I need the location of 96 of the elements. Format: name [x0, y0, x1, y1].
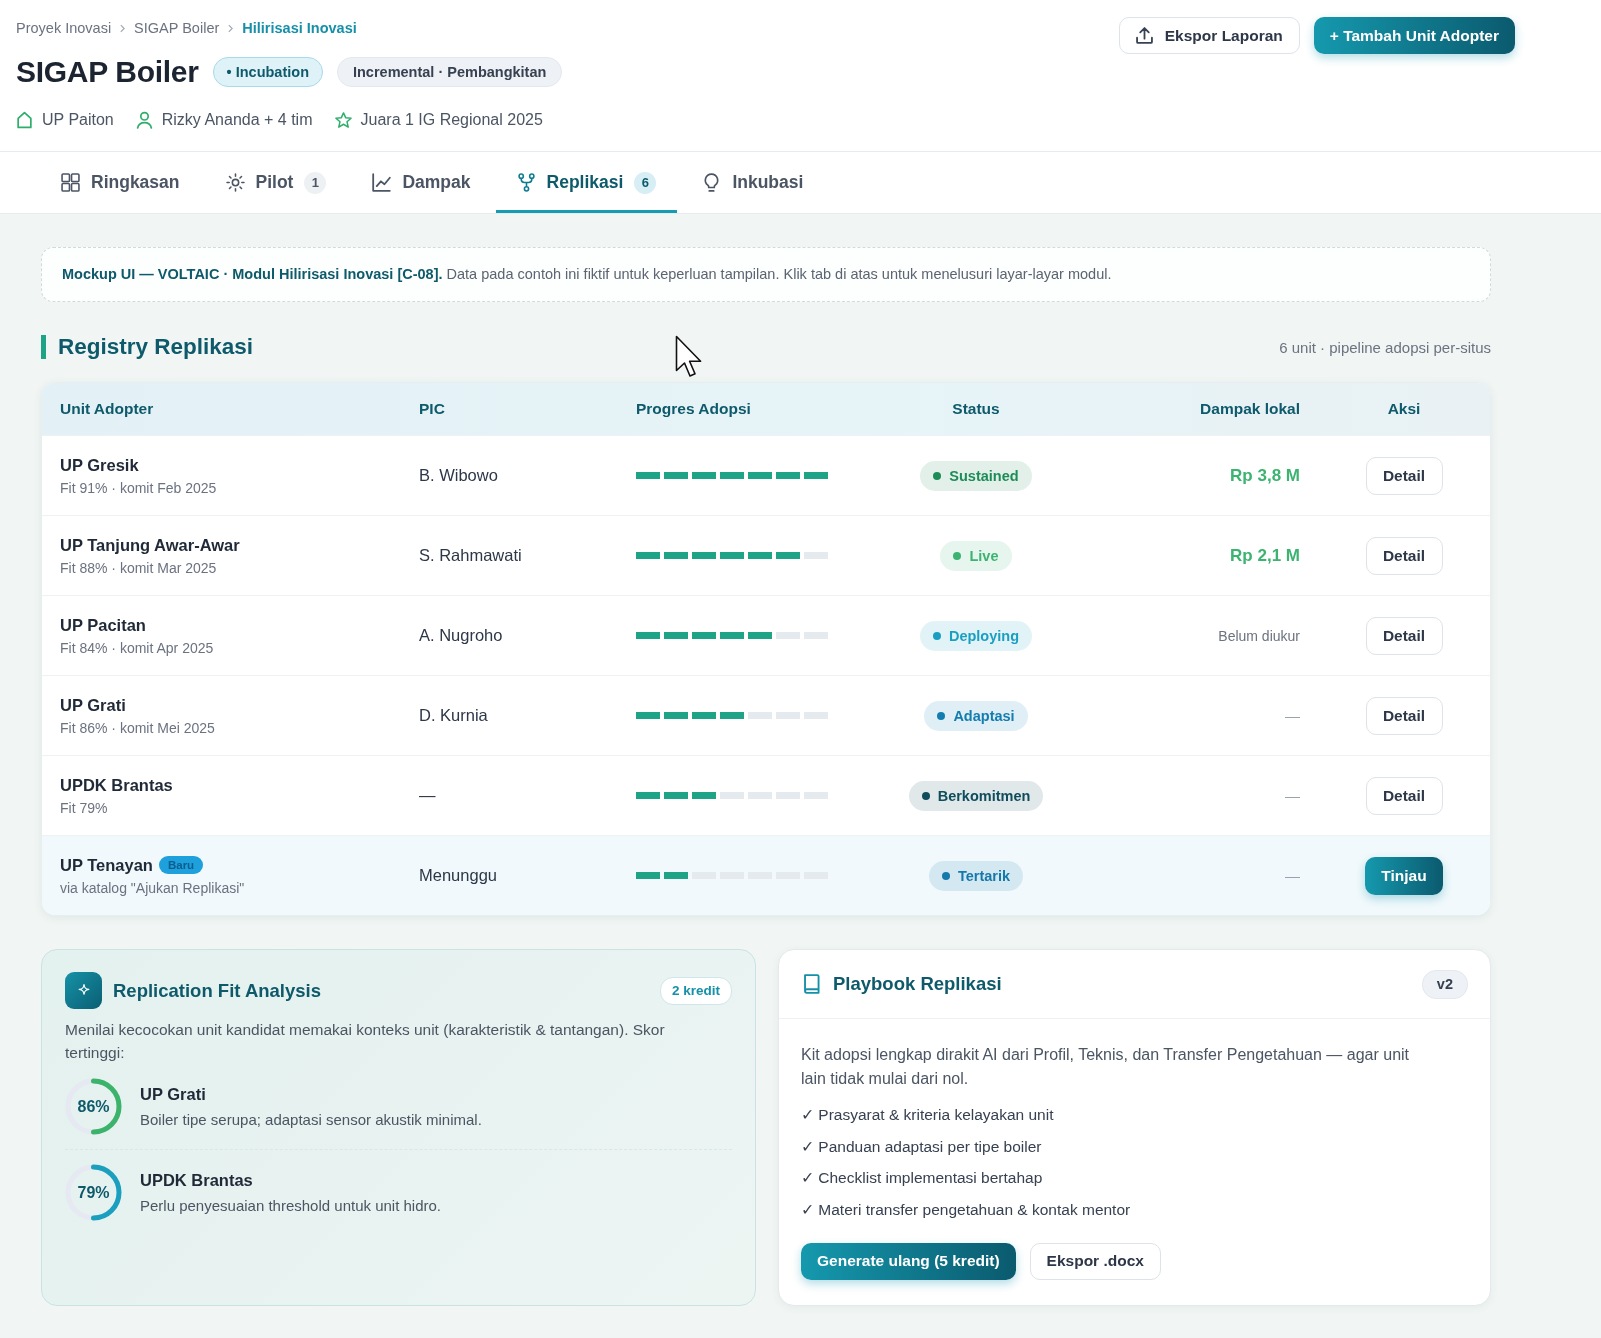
column-header: Unit Adopter [59, 400, 155, 418]
column-header: Progres Adopsi [635, 400, 752, 418]
unit-name: UP Gresik [60, 455, 139, 475]
unit-detail: Fit 84% · komit Apr 2025 [60, 639, 215, 656]
credit-badge: 2 kredit [659, 976, 732, 1005]
category-badge: Incremental · Pembangkitan [337, 57, 563, 87]
notice-banner: Mockup UI — VOLTAIC · Modul Hilirisasi Inovasi [C-08]. Data pada contoh ini fiktif untuk keperluan tampilan. Klik tab di atas untuk menelusuri layar-layar modul. [41, 247, 1491, 302]
impact-value: Rp 2,1 M [1230, 545, 1300, 566]
pic-name: A. Nugroho [419, 626, 503, 644]
detail-button[interactable]: Detail [1365, 616, 1443, 655]
score-value: 79% [77, 1183, 110, 1202]
new-badge: Baru [158, 856, 204, 874]
candidate-name: UPDK Brantas [140, 1171, 254, 1190]
breadcrumb-link[interactable]: SIGAP Boiler [134, 20, 220, 36]
pic-name: — [419, 786, 436, 804]
person-icon [135, 111, 153, 129]
tab[interactable]: Inkubasi [681, 152, 825, 213]
tab[interactable]: Ringkasan [40, 152, 201, 213]
regenerate-button[interactable]: Generate ulang (5 kredit) [801, 1242, 1016, 1280]
card-title: Replication Fit Analysis [113, 979, 321, 1002]
version-badge: v2 [1421, 969, 1468, 999]
detail-button[interactable]: Detail [1365, 696, 1443, 735]
unit-detail: via katalog "Ajukan Replikasi" [60, 879, 246, 896]
lightbulb-icon [702, 173, 722, 192]
house-icon [16, 111, 33, 129]
column-header: PIC [418, 400, 446, 418]
status-label: Berkomitmen [937, 787, 1031, 804]
sun-icon [225, 173, 245, 192]
star-icon [334, 111, 352, 129]
stage-badge: • Incubation [212, 57, 323, 87]
status-label: Adaptasi [953, 707, 1015, 724]
column-header: Status [951, 400, 1001, 418]
card-title: Playbook Replikasi [833, 973, 1002, 995]
unit-detail: Fit 88% · komit Mar 2025 [60, 559, 218, 576]
unit-name: UP Tanjung Awar-Awar [60, 535, 240, 555]
candidate-note: Perlu penyesuaian threshold untuk unit hidro. [140, 1197, 442, 1214]
pic-name: D. Kurnia [419, 706, 488, 724]
pic-name: Menunggu [419, 866, 497, 884]
mouse-pointer-icon [675, 335, 703, 378]
score-value: 86% [77, 1097, 110, 1116]
checklist-item: ✓ Panduan adaptasi per tipe boiler [801, 1136, 1043, 1157]
meta-text: Rizky Ananda + 4 tim [161, 111, 313, 129]
checklist-item: ✓ Prasyarat & kriteria kelayakan unit [801, 1105, 1055, 1125]
chevron-right-icon [120, 23, 126, 33]
status-label: Tertarik [957, 867, 1011, 884]
line-chart-icon [372, 173, 392, 192]
tab-count-badge: 6 [634, 171, 657, 194]
impact-note: Belum diukur [1218, 627, 1300, 644]
tab[interactable]: Replikasi 6 [495, 152, 678, 213]
project-title: SIGAP Boiler [16, 54, 199, 90]
sparkle-icon [65, 972, 102, 1009]
detail-button[interactable]: Detail [1365, 776, 1443, 815]
impact-empty: — [1285, 787, 1300, 804]
column-header: Dampak lokal [1199, 400, 1301, 418]
meta-text: Juara 1 IG Regional 2025 [360, 111, 543, 129]
card-description: Menilai kecocokan unit kandidat memakai konteks unit (karakteristik & tantangan). Skor tertinggi: [65, 1020, 666, 1063]
export-docx-button[interactable]: Ekspor .docx [1029, 1242, 1161, 1280]
unit-detail: Fit 91% · komit Feb 2025 [60, 479, 218, 496]
checklist-item: ✓ Materi transfer pengetahuan & kontak mentor [801, 1199, 1132, 1220]
impact-value: Rp 3,8 M [1230, 465, 1300, 486]
candidate-name: UP Grati [140, 1085, 207, 1104]
export-button[interactable]: Ekspor Laporan [1118, 17, 1300, 54]
tab[interactable]: Dampak [351, 152, 492, 213]
branch-icon [516, 173, 536, 192]
tab-count-badge: 1 [304, 171, 327, 194]
upload-icon [1135, 27, 1153, 44]
status-label: Sustained [949, 467, 1019, 484]
detail-button[interactable]: Detail [1365, 456, 1443, 495]
tab[interactable]: Pilot 1 [204, 152, 348, 213]
impact-empty: — [1285, 867, 1300, 884]
unit-detail: Fit 86% · komit Mei 2025 [60, 719, 216, 736]
impact-empty: — [1285, 707, 1300, 724]
pic-name: B. Wibowo [419, 466, 498, 484]
add-adopter-button[interactable]: + Tambah Unit Adopter [1313, 17, 1515, 54]
breadcrumb-link[interactable]: Proyek Inovasi [16, 20, 112, 36]
review-button[interactable]: Tinjau [1365, 856, 1443, 895]
chevron-right-icon [228, 23, 234, 33]
breadcrumb-link[interactable]: Hilirisasi Inovasi [242, 20, 357, 36]
card-description: Kit adopsi lengkap dirakit AI dari Profil, Teknis, dan Transfer Pengetahuan — agar unit lain tidak mulai dari nol. [801, 1045, 1411, 1089]
column-header: Aksi [1386, 400, 1422, 418]
book-icon [803, 974, 820, 994]
status-label: Deploying [948, 627, 1020, 644]
candidate-note: Boiler tipe serupa; adaptasi sensor akustik minimal. [140, 1111, 482, 1128]
detail-button[interactable]: Detail [1365, 536, 1443, 575]
unit-name: UP Pacitan [60, 615, 146, 635]
unit-detail: Fit 79% [60, 799, 109, 816]
unit-name: UP Grati [60, 695, 126, 715]
unit-name: UPDK Brantas [60, 775, 173, 795]
section-title: Registry Replikasi [41, 335, 254, 359]
unit-name: UP Tenayan [60, 855, 153, 875]
checklist-item: ✓ Checklist implementasi bertahap [801, 1168, 1044, 1188]
meta-text: UP Paiton [42, 111, 114, 129]
grid-icon [61, 173, 80, 192]
status-label: Live [969, 547, 999, 564]
pic-name: S. Rahmawati [419, 546, 522, 564]
section-summary: 6 unit · pipeline adopsi per-situs [1279, 338, 1491, 356]
